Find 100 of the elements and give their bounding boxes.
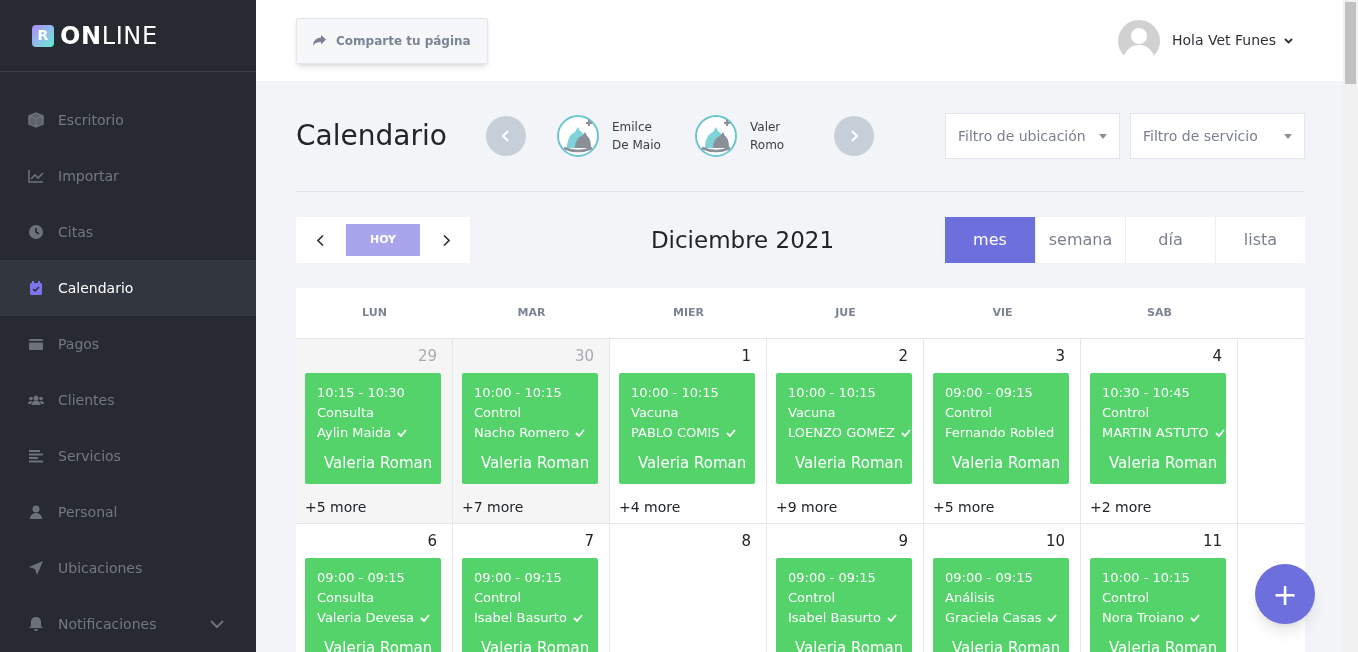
weekday-label: JUE [835, 304, 856, 321]
event-service: Control [945, 404, 993, 422]
sidebar-item[interactable]: Calendario [0, 260, 256, 316]
day-number: 1 [741, 345, 751, 367]
staff-name[interactable]: Emilce De Maio [612, 118, 664, 154]
more-link[interactable]: +5 more [305, 497, 443, 518]
event-client: MARTIN ASTUTO [1102, 424, 1209, 442]
event-provider: Valeria Roman [794, 453, 905, 473]
view-tab[interactable]: día [1125, 217, 1215, 263]
day-number: 29 [417, 345, 437, 367]
page-title: Calendario [296, 118, 448, 154]
share-icon [313, 35, 326, 46]
view-tab[interactable]: mes [945, 217, 1035, 263]
navigation-icon [28, 560, 44, 576]
event-time: 10:00 - 10:15 [788, 384, 877, 402]
sidebar-item[interactable]: Escritorio [0, 92, 256, 148]
weekday-label: VIE [992, 304, 1013, 321]
chevron-right-icon [850, 130, 858, 142]
user-icon [28, 504, 44, 520]
event-client: PABLO COMIS [631, 424, 720, 442]
day-number: 6 [427, 530, 437, 552]
day-number: 2 [898, 345, 908, 367]
day-number: 8 [741, 530, 751, 552]
event-service: Análisis [945, 589, 996, 607]
event-card[interactable]: 09:00 - 09:15 Control Fernando Robled Valeria Roman [933, 373, 1069, 484]
event-provider: Valeria Roman [637, 453, 748, 473]
filter-dropdown[interactable]: Filtro de ubicación [945, 113, 1120, 159]
event-time: 09:00 - 09:15 [474, 569, 563, 587]
event-service: Consulta [317, 404, 375, 422]
bell-icon [28, 616, 44, 632]
box-icon [28, 112, 44, 128]
event-card[interactable]: 10:30 - 10:45 Control MARTIN ASTUTO Valeria Roman [1090, 373, 1226, 484]
more-link[interactable]: +7 more [462, 497, 600, 518]
day-number: 7 [584, 530, 594, 552]
caret-down-icon [1284, 133, 1292, 139]
event-card[interactable]: 10:00 - 10:15 Vacuna PABLO COMIS Valeria Roman [619, 373, 755, 484]
day-number: 9 [898, 530, 908, 552]
filter-dropdown[interactable]: Filtro de servicio [1130, 113, 1305, 159]
event-client: Valeria Devesa [317, 609, 414, 627]
view-tab[interactable]: semana [1035, 217, 1125, 263]
chevron-down-icon [1284, 37, 1293, 44]
sidebar-item[interactable]: Personal [0, 484, 256, 540]
event-time: 09:00 - 09:15 [945, 569, 1034, 587]
event-card[interactable]: 10:15 - 10:30 Consulta Aylin Maida Valeria Roman [305, 373, 441, 484]
sidebar-item[interactable]: Pagos [0, 316, 256, 372]
event-client: Nacho Romero [474, 424, 570, 442]
event-service: Control [474, 404, 522, 422]
avatar-icon [1118, 19, 1160, 62]
today-button[interactable]: HOY [346, 224, 420, 256]
share-button[interactable]: Comparte tu página [296, 17, 488, 64]
sidebar-item[interactable]: Notificaciones [0, 596, 256, 652]
day-number: 3 [1055, 345, 1065, 367]
event-service: Control [1102, 404, 1150, 422]
weekday-label: SAB [1147, 304, 1172, 321]
chevron-left-icon [502, 130, 510, 142]
sidebar-item[interactable]: Importar [0, 148, 256, 204]
day-number: 4 [1212, 345, 1222, 367]
event-time: 10:30 - 10:45 [1102, 384, 1191, 402]
sidebar-item[interactable]: Servicios [0, 428, 256, 484]
event-client: Graciela Casas [945, 609, 1042, 627]
event-provider: Valeria Roman [951, 453, 1062, 473]
event-service: Control [788, 589, 836, 607]
day-number: 30 [574, 345, 594, 367]
scrollbar[interactable] [1343, 0, 1358, 652]
view-tab[interactable]: lista [1215, 217, 1305, 263]
clock-icon [28, 224, 44, 240]
event-card[interactable]: 10:00 - 10:15 Control Nacho Romero Valeria Roman [462, 373, 598, 484]
sidebar-item[interactable]: Clientes [0, 372, 256, 428]
event-provider: Valeria Roman [480, 453, 591, 473]
sidebar-item[interactable]: Ubicaciones [0, 540, 256, 596]
event-client: LOENZO GOMEZ [788, 424, 895, 442]
event-service: Vacuna [631, 404, 680, 422]
event-time: 09:00 - 09:15 [788, 569, 877, 587]
calendar-icon [28, 280, 44, 296]
more-link[interactable]: +2 more [1090, 497, 1228, 518]
more-link[interactable]: +9 more [776, 497, 914, 518]
next-button[interactable] [834, 116, 874, 156]
event-client: Aylin Maida [317, 424, 392, 442]
wallet-icon [28, 336, 44, 352]
event-service: Control [1102, 589, 1150, 607]
chevron-right-icon [442, 234, 450, 246]
more-link[interactable]: +4 more [619, 497, 757, 518]
sidebar-item[interactable]: Citas [0, 204, 256, 260]
weekday-label: MIER [673, 304, 704, 321]
event-card[interactable]: 10:00 - 10:15 Vacuna LOENZO GOMEZ Valeria Roman [776, 373, 912, 484]
previous-button[interactable] [486, 116, 526, 156]
event-time: 10:00 - 10:15 [631, 384, 720, 402]
weekday-label: LUN [362, 304, 387, 321]
staff-name[interactable]: Valer Romo [750, 118, 802, 154]
event-client: Nora Troiano [1102, 609, 1184, 627]
event-time: 10:15 - 10:30 [317, 384, 406, 402]
event-service: Vacuna [788, 404, 837, 422]
more-link[interactable]: +5 more [933, 497, 1071, 518]
event-provider: Valeria Roman [323, 453, 434, 473]
user-menu[interactable]: Hola Vet Funes [1172, 30, 1293, 51]
event-provider: Valeria Roman [1108, 453, 1219, 473]
lines-icon [28, 448, 44, 464]
event-time: 09:00 - 09:15 [945, 384, 1034, 402]
logo-icon: R [32, 24, 54, 47]
caret-down-icon [1099, 133, 1107, 139]
